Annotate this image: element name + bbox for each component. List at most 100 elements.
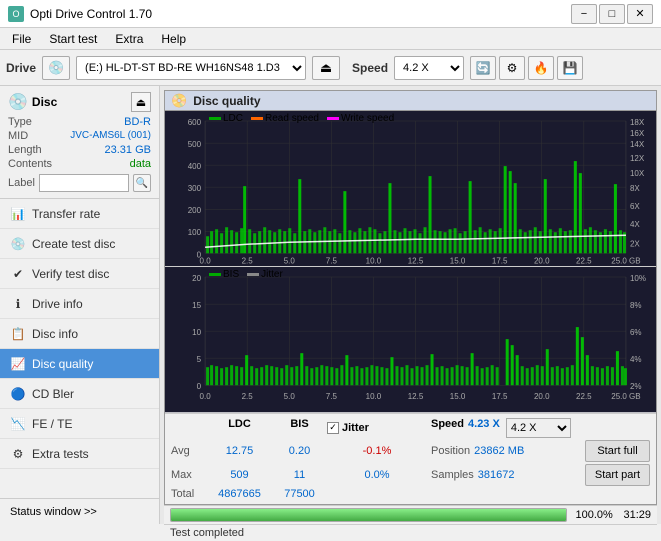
sidebar-item-fe-te[interactable]: 📉 FE / TE bbox=[0, 409, 159, 439]
nav-label-create-test-disc: Create test disc bbox=[32, 237, 115, 251]
menu-start-test[interactable]: Start test bbox=[41, 30, 105, 48]
start-full-button[interactable]: Start full bbox=[585, 440, 650, 462]
status-window-btn[interactable]: Status window >> bbox=[0, 498, 159, 524]
stats-area: LDC BIS ✓ Jitter Speed 4.23 X 4.2 X Avg … bbox=[165, 413, 656, 504]
label-input[interactable] bbox=[39, 174, 129, 192]
title-bar-left: O Opti Drive Control 1.70 bbox=[8, 6, 152, 22]
avg-bis: 0.20 bbox=[272, 445, 327, 457]
main-layout: 💿 Disc ⏏ Type BD-R MID JVC-AMS6L (001) L… bbox=[0, 86, 661, 524]
sidebar-item-transfer-rate[interactable]: 📊 Transfer rate bbox=[0, 199, 159, 229]
start-part-button[interactable]: Start part bbox=[585, 464, 650, 486]
svg-text:500: 500 bbox=[188, 140, 202, 149]
avg-row: Avg 12.75 0.20 -0.1% Position 23862 MB S… bbox=[171, 440, 650, 462]
svg-text:12.5: 12.5 bbox=[408, 256, 424, 265]
max-jitter: 0.0% bbox=[327, 469, 427, 481]
nav-label-fe-te: FE / TE bbox=[32, 417, 72, 431]
sidebar-item-verify-test-disc[interactable]: ✔ Verify test disc bbox=[0, 259, 159, 289]
mid-label: MID bbox=[8, 130, 28, 142]
sidebar-item-extra-tests[interactable]: ⚙ Extra tests bbox=[0, 439, 159, 469]
burn-btn[interactable]: 🔥 bbox=[528, 56, 554, 80]
write-speed-legend-label: Write speed bbox=[341, 113, 394, 124]
nav-label-cd-bler: CD Bler bbox=[32, 387, 74, 401]
svg-text:15.0: 15.0 bbox=[450, 256, 466, 265]
avg-ldc: 12.75 bbox=[207, 445, 272, 457]
save-btn[interactable]: 💾 bbox=[557, 56, 583, 80]
mid-value: JVC-AMS6L (001) bbox=[70, 130, 151, 142]
svg-text:4%: 4% bbox=[630, 355, 642, 364]
progress-track bbox=[170, 508, 567, 522]
svg-text:5.0: 5.0 bbox=[284, 256, 296, 265]
chart1-svg: 600 500 400 300 200 100 0 18X 16X 14X 12… bbox=[165, 111, 656, 266]
svg-text:7.5: 7.5 bbox=[326, 393, 338, 402]
avg-label: Avg bbox=[171, 445, 207, 457]
refresh-btn[interactable]: 🔄 bbox=[470, 56, 496, 80]
total-row: Total 4867665 77500 bbox=[171, 488, 650, 500]
eject-btn[interactable]: ⏏ bbox=[312, 56, 340, 80]
drive-select[interactable]: (E:) HL-DT-ST BD-RE WH16NS48 1.D3 bbox=[76, 56, 306, 80]
svg-text:15: 15 bbox=[192, 301, 201, 310]
sidebar-item-cd-bler[interactable]: 🔵 CD Bler bbox=[0, 379, 159, 409]
svg-text:8%: 8% bbox=[630, 301, 642, 310]
svg-text:5.0: 5.0 bbox=[284, 393, 296, 402]
ldc-legend-label: LDC bbox=[223, 113, 243, 124]
max-row: Max 509 11 0.0% Samples 381672 Start par… bbox=[171, 464, 650, 486]
menu-help[interactable]: Help bbox=[153, 30, 194, 48]
svg-text:25.0 GB: 25.0 GB bbox=[611, 256, 640, 265]
progress-time: 31:29 bbox=[623, 509, 651, 521]
nav-label-extra-tests: Extra tests bbox=[32, 447, 89, 461]
disc-header: 💿 Disc ⏏ bbox=[8, 92, 151, 112]
nav-label-verify-test-disc: Verify test disc bbox=[32, 267, 109, 281]
content-area: 📀 Disc quality LDC Read speed bbox=[160, 86, 661, 524]
svg-text:16X: 16X bbox=[630, 129, 645, 138]
speed-dropdown[interactable]: 4.2 X bbox=[506, 418, 571, 438]
read-speed-legend-label: Read speed bbox=[265, 113, 319, 124]
sidebar-item-create-test-disc[interactable]: 💿 Create test disc bbox=[0, 229, 159, 259]
speed-stats-label: Speed bbox=[431, 418, 464, 438]
minimize-button[interactable]: − bbox=[571, 4, 597, 24]
sidebar-item-disc-info[interactable]: 📋 Disc info bbox=[0, 319, 159, 349]
svg-text:22.5: 22.5 bbox=[576, 256, 592, 265]
svg-text:100: 100 bbox=[188, 228, 202, 237]
bis-legend-label: BIS bbox=[223, 269, 239, 280]
app-icon: O bbox=[8, 6, 24, 22]
disc-eject-btn[interactable]: ⏏ bbox=[131, 92, 151, 112]
close-button[interactable]: ✕ bbox=[627, 4, 653, 24]
svg-text:10%: 10% bbox=[630, 274, 646, 283]
position-value: 23862 MB bbox=[474, 445, 524, 457]
svg-text:25.0 GB: 25.0 GB bbox=[611, 393, 640, 402]
sidebar-item-drive-info[interactable]: ℹ Drive info bbox=[0, 289, 159, 319]
avg-jitter: -0.1% bbox=[327, 445, 427, 457]
settings-btn[interactable]: ⚙ bbox=[499, 56, 525, 80]
maximize-button[interactable]: □ bbox=[599, 4, 625, 24]
speed-select[interactable]: 4.2 X bbox=[394, 56, 464, 80]
stats-headers: LDC BIS ✓ Jitter Speed 4.23 X 4.2 X bbox=[207, 418, 650, 438]
drive-icon-btn[interactable]: 💿 bbox=[42, 56, 70, 80]
samples-label: Samples bbox=[431, 469, 474, 481]
svg-text:2X: 2X bbox=[630, 239, 640, 248]
contents-value: data bbox=[130, 158, 151, 170]
transfer-rate-icon: 📊 bbox=[10, 207, 26, 221]
status-window-label: Status window >> bbox=[10, 506, 97, 518]
max-ldc: 509 bbox=[207, 469, 272, 481]
jitter-legend: Jitter bbox=[247, 269, 283, 280]
svg-text:0.0: 0.0 bbox=[200, 393, 212, 402]
sidebar-item-disc-quality[interactable]: 📈 Disc quality bbox=[0, 349, 159, 379]
progress-fill bbox=[171, 509, 566, 521]
speed-stats-value: 4.23 X bbox=[468, 418, 500, 438]
nav-label-disc-info: Disc info bbox=[32, 327, 78, 341]
disc-contents-row: Contents data bbox=[8, 158, 151, 170]
bis-header: BIS bbox=[272, 418, 327, 438]
disc-type-row: Type BD-R bbox=[8, 116, 151, 128]
svg-text:2.5: 2.5 bbox=[242, 256, 254, 265]
type-label: Type bbox=[8, 116, 32, 128]
nav-label-drive-info: Drive info bbox=[32, 297, 83, 311]
svg-text:15.0: 15.0 bbox=[450, 393, 466, 402]
menu-file[interactable]: File bbox=[4, 30, 39, 48]
status-text: Test completed bbox=[170, 527, 244, 539]
menu-extra[interactable]: Extra bbox=[107, 30, 151, 48]
svg-text:7.5: 7.5 bbox=[326, 256, 338, 265]
sidebar: 💿 Disc ⏏ Type BD-R MID JVC-AMS6L (001) L… bbox=[0, 86, 160, 524]
label-search-btn[interactable]: 🔍 bbox=[133, 174, 151, 192]
disc-label-row: Label 🔍 bbox=[8, 174, 151, 192]
jitter-checkbox[interactable]: ✓ bbox=[327, 422, 339, 434]
